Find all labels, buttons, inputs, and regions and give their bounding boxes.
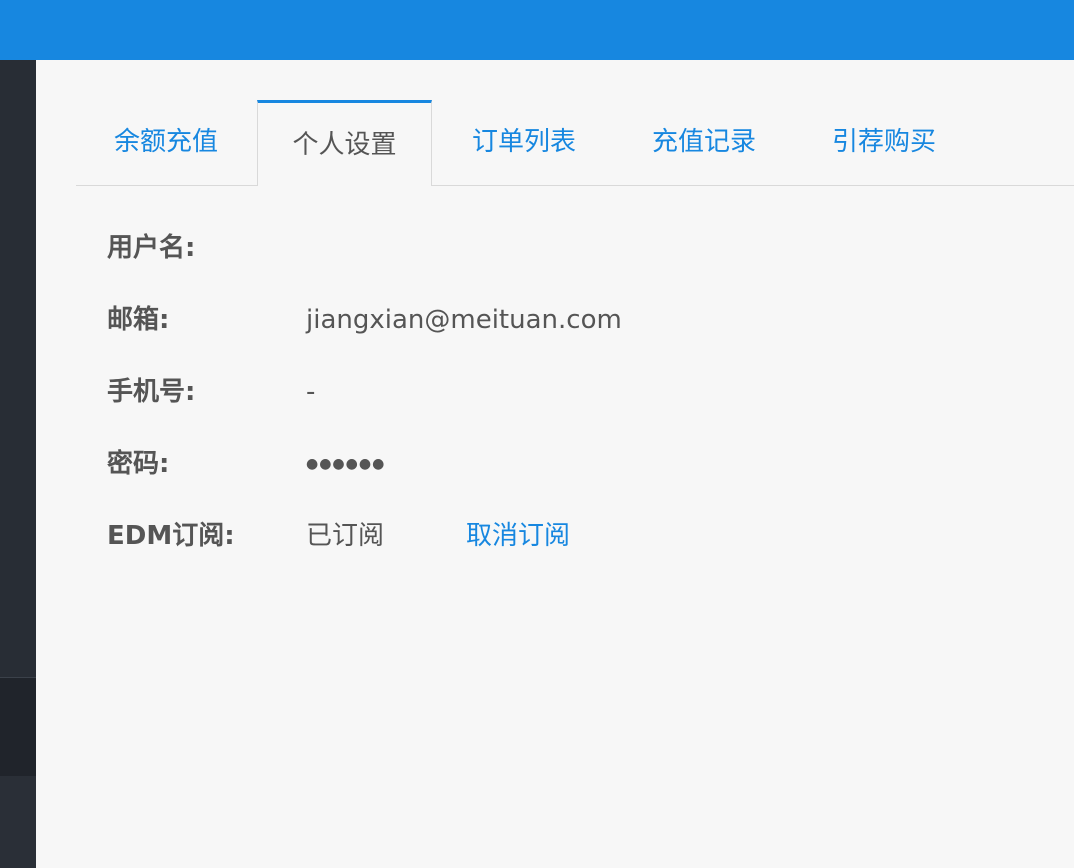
password-label: 密码:: [107, 449, 170, 479]
email-label: 邮箱:: [107, 305, 170, 335]
edm-label: EDM订阅:: [107, 521, 235, 551]
password-value: ●●●●●●: [306, 456, 386, 472]
tab-recharge-history[interactable]: 充值记录: [614, 100, 794, 185]
edm-status: 已订阅: [306, 521, 385, 551]
tab-personal-settings[interactable]: 个人设置: [257, 100, 432, 186]
tab-bar: 余额充值 个人设置 订单列表 充值记录 引荐购买: [76, 100, 1074, 186]
unsubscribe-link[interactable]: 取消订阅: [466, 516, 570, 556]
phone-row: 手机号: -: [107, 372, 1007, 412]
tab-balance-recharge[interactable]: 余额充值: [76, 100, 256, 185]
main-content: 余额充值 个人设置 订单列表 充值记录 引荐购买 用户名: 邮箱: jiangx…: [36, 60, 1074, 868]
password-row: 密码: ●●●●●●: [107, 444, 1007, 484]
sidebar-section: [0, 678, 36, 776]
tab-order-list[interactable]: 订单列表: [434, 100, 614, 185]
sidebar: [0, 60, 36, 868]
email-value: jiangxian@meituan.com: [306, 305, 622, 335]
top-header-bar: [0, 0, 1074, 60]
email-row: 邮箱: jiangxian@meituan.com: [107, 300, 1007, 340]
edm-subscription-row: EDM订阅: 已订阅 取消订阅: [107, 516, 1007, 556]
phone-value: -: [306, 377, 316, 407]
username-row: 用户名:: [107, 228, 1007, 268]
username-label: 用户名:: [107, 233, 196, 263]
tab-referral-purchase[interactable]: 引荐购买: [794, 100, 974, 185]
phone-label: 手机号:: [107, 377, 196, 407]
sidebar-footer: [0, 776, 36, 868]
